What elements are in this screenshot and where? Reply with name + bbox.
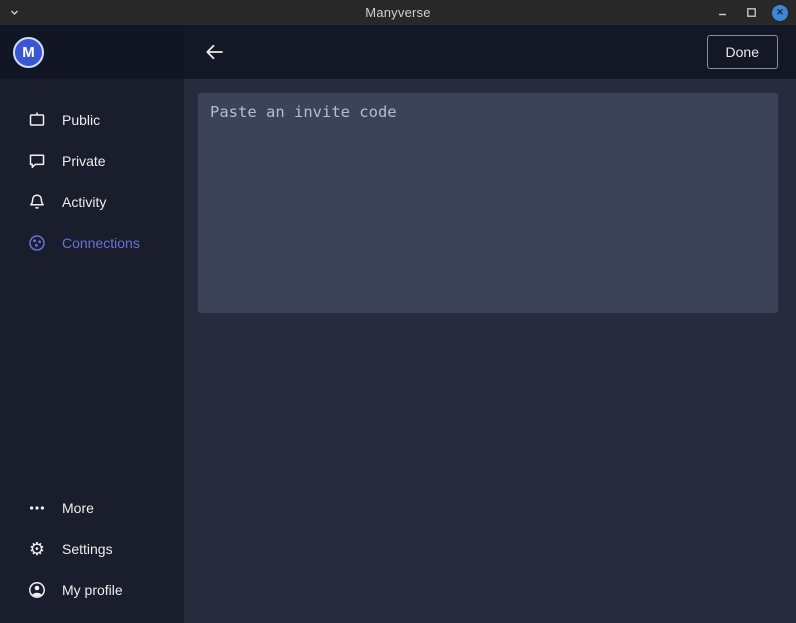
invite-code-input[interactable] (198, 93, 778, 313)
app-header: M Done (0, 25, 796, 79)
sidebar-item-activity[interactable]: Activity (0, 181, 184, 222)
app-body: Public Private Activity (0, 79, 796, 623)
sidebar-item-more[interactable]: More (0, 487, 184, 528)
connections-swarm-icon (27, 233, 47, 253)
maximize-button[interactable] (743, 5, 759, 21)
sidebar-item-private[interactable]: Private (0, 140, 184, 181)
sidebar-item-label: Settings (62, 541, 113, 557)
more-dots-icon (27, 498, 47, 518)
done-button[interactable]: Done (707, 35, 778, 69)
manyverse-window: Manyverse ✕ M Done (0, 0, 796, 623)
profile-account-icon (27, 580, 47, 600)
back-button[interactable] (203, 41, 225, 63)
sidebar-item-label: Connections (62, 235, 140, 251)
close-button[interactable]: ✕ (772, 5, 788, 21)
window-menu-chevron-icon[interactable] (9, 0, 20, 25)
minimize-button[interactable] (714, 5, 730, 21)
titlebar: Manyverse ✕ (0, 0, 796, 25)
public-board-icon (27, 110, 47, 130)
sidebar-item-label: My profile (62, 582, 123, 598)
sidebar-item-label: Public (62, 112, 100, 128)
window-title: Manyverse (365, 5, 430, 20)
arrow-left-icon (203, 41, 225, 63)
sidebar: Public Private Activity (0, 79, 184, 623)
manyverse-logo-icon[interactable]: M (13, 37, 44, 68)
sidebar-item-my-profile[interactable]: My profile (0, 569, 184, 610)
sidebar-item-label: Activity (62, 194, 106, 210)
message-bubble-icon (27, 151, 47, 171)
sidebar-bottom: More ⚙ Settings My profile (0, 487, 184, 623)
sidebar-item-connections[interactable]: Connections (0, 222, 184, 263)
sidebar-item-label: More (62, 500, 94, 516)
sidebar-item-settings[interactable]: ⚙ Settings (0, 528, 184, 569)
sidebar-item-public[interactable]: Public (0, 99, 184, 140)
logo-area: M (0, 25, 184, 79)
bell-icon (27, 192, 47, 212)
window-controls: ✕ (714, 0, 788, 25)
sidebar-item-label: Private (62, 153, 106, 169)
gear-icon: ⚙ (27, 539, 47, 559)
main-content (184, 79, 796, 623)
